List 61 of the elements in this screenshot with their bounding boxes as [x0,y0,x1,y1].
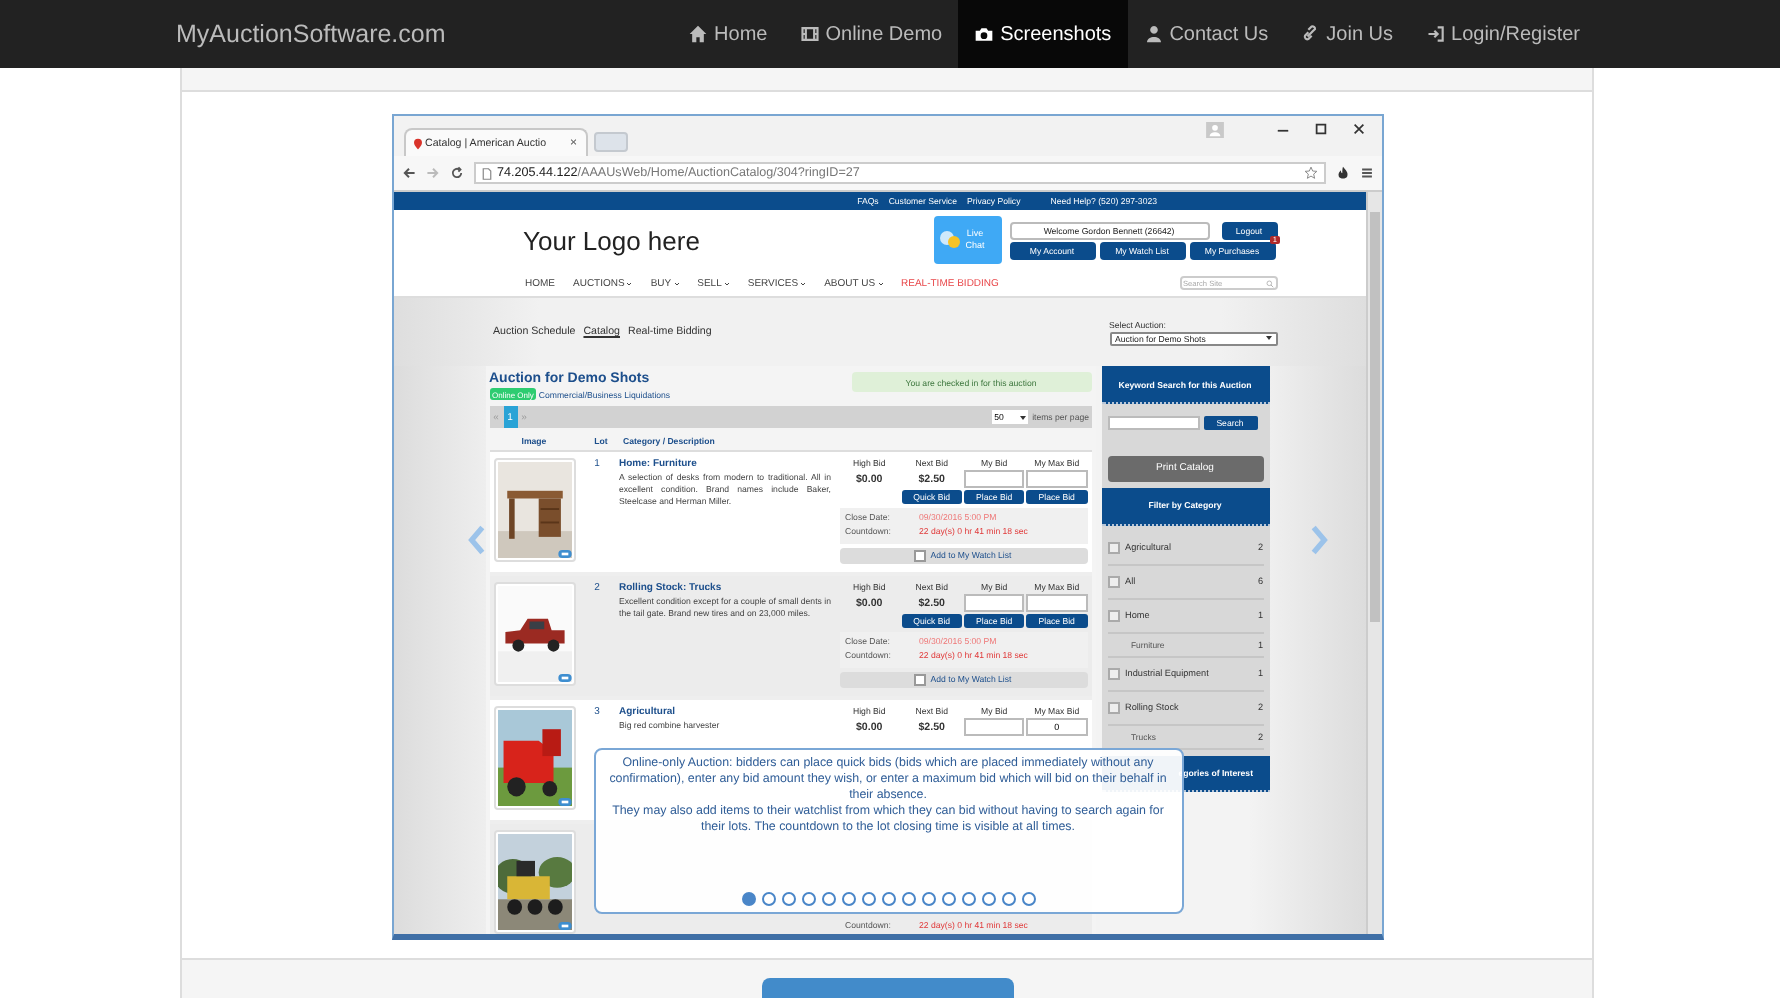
max-bid-input[interactable] [1026,470,1087,488]
keyword-input[interactable] [1107,415,1199,429]
chat-bubbles-icon [937,230,961,250]
nav-link[interactable]: Home [672,0,784,68]
photo-count-icon[interactable] [557,550,571,558]
category-checkbox[interactable] [1107,609,1119,621]
nav-link[interactable]: Online Demo [783,0,959,68]
carousel-dot[interactable] [961,892,975,906]
photo-count-icon[interactable] [557,674,571,682]
category-checkbox[interactable] [1107,667,1119,679]
carousel-dot[interactable] [921,892,935,906]
sign-in-icon [1425,24,1446,44]
caret-icon [1265,336,1271,340]
nav-link[interactable]: Join Us [1284,0,1410,68]
bid-input[interactable] [964,594,1025,612]
forward-arrow-icon[interactable] [425,166,439,180]
bid-input[interactable] [964,718,1025,736]
carousel-dot[interactable] [821,892,835,906]
pin-icon [413,137,421,149]
flame-icon[interactable] [1335,166,1349,180]
carousel-dot[interactable] [941,892,955,906]
photo-count-icon[interactable] [557,798,571,806]
nav-link[interactable]: Screenshots [958,0,1128,68]
carousel-dot[interactable] [801,892,815,906]
category-checkbox[interactable] [1107,575,1119,587]
brand-name[interactable]: MyAuctionSoftware.com [176,20,446,48]
star-icon[interactable] [1303,166,1317,180]
scrollbar-thumb[interactable] [1369,212,1379,622]
home-icon [688,24,709,44]
menu-icon[interactable] [1359,166,1373,180]
category-checkbox[interactable] [1107,541,1119,553]
search-icon [1265,279,1273,287]
bid-input[interactable] [964,470,1025,488]
watch-checkbox[interactable] [914,673,927,686]
nav-link[interactable]: Contact Us [1127,0,1285,68]
reload-icon[interactable] [449,166,463,180]
photo-count-icon[interactable] [557,922,571,930]
film-icon [799,24,820,44]
logo-text: Your Logo here [523,225,700,255]
carousel-dot[interactable] [861,892,875,906]
carousel-dot[interactable] [841,892,855,906]
close-icon[interactable] [1351,122,1365,136]
carousel-dot[interactable] [741,892,755,906]
person-icon [1143,24,1164,44]
camera-icon [974,24,995,44]
max-bid-input[interactable] [1026,594,1087,612]
carousel-dot[interactable] [761,892,775,906]
carousel-dot[interactable] [901,892,915,906]
category-checkbox[interactable] [1107,701,1119,713]
carousel-dot[interactable] [981,892,995,906]
page-icon [481,167,491,179]
carousel-dot[interactable] [1021,892,1035,906]
watch-checkbox[interactable] [914,549,927,562]
back-arrow-icon[interactable] [401,166,415,180]
link-icon [1300,24,1321,44]
carousel-dot[interactable] [881,892,895,906]
maximize-icon[interactable] [1313,122,1327,136]
caret-icon [1020,415,1027,419]
carousel-dot[interactable] [1001,892,1015,906]
nav-link[interactable]: Login/Register [1409,0,1596,68]
carousel-dot[interactable] [781,892,795,906]
